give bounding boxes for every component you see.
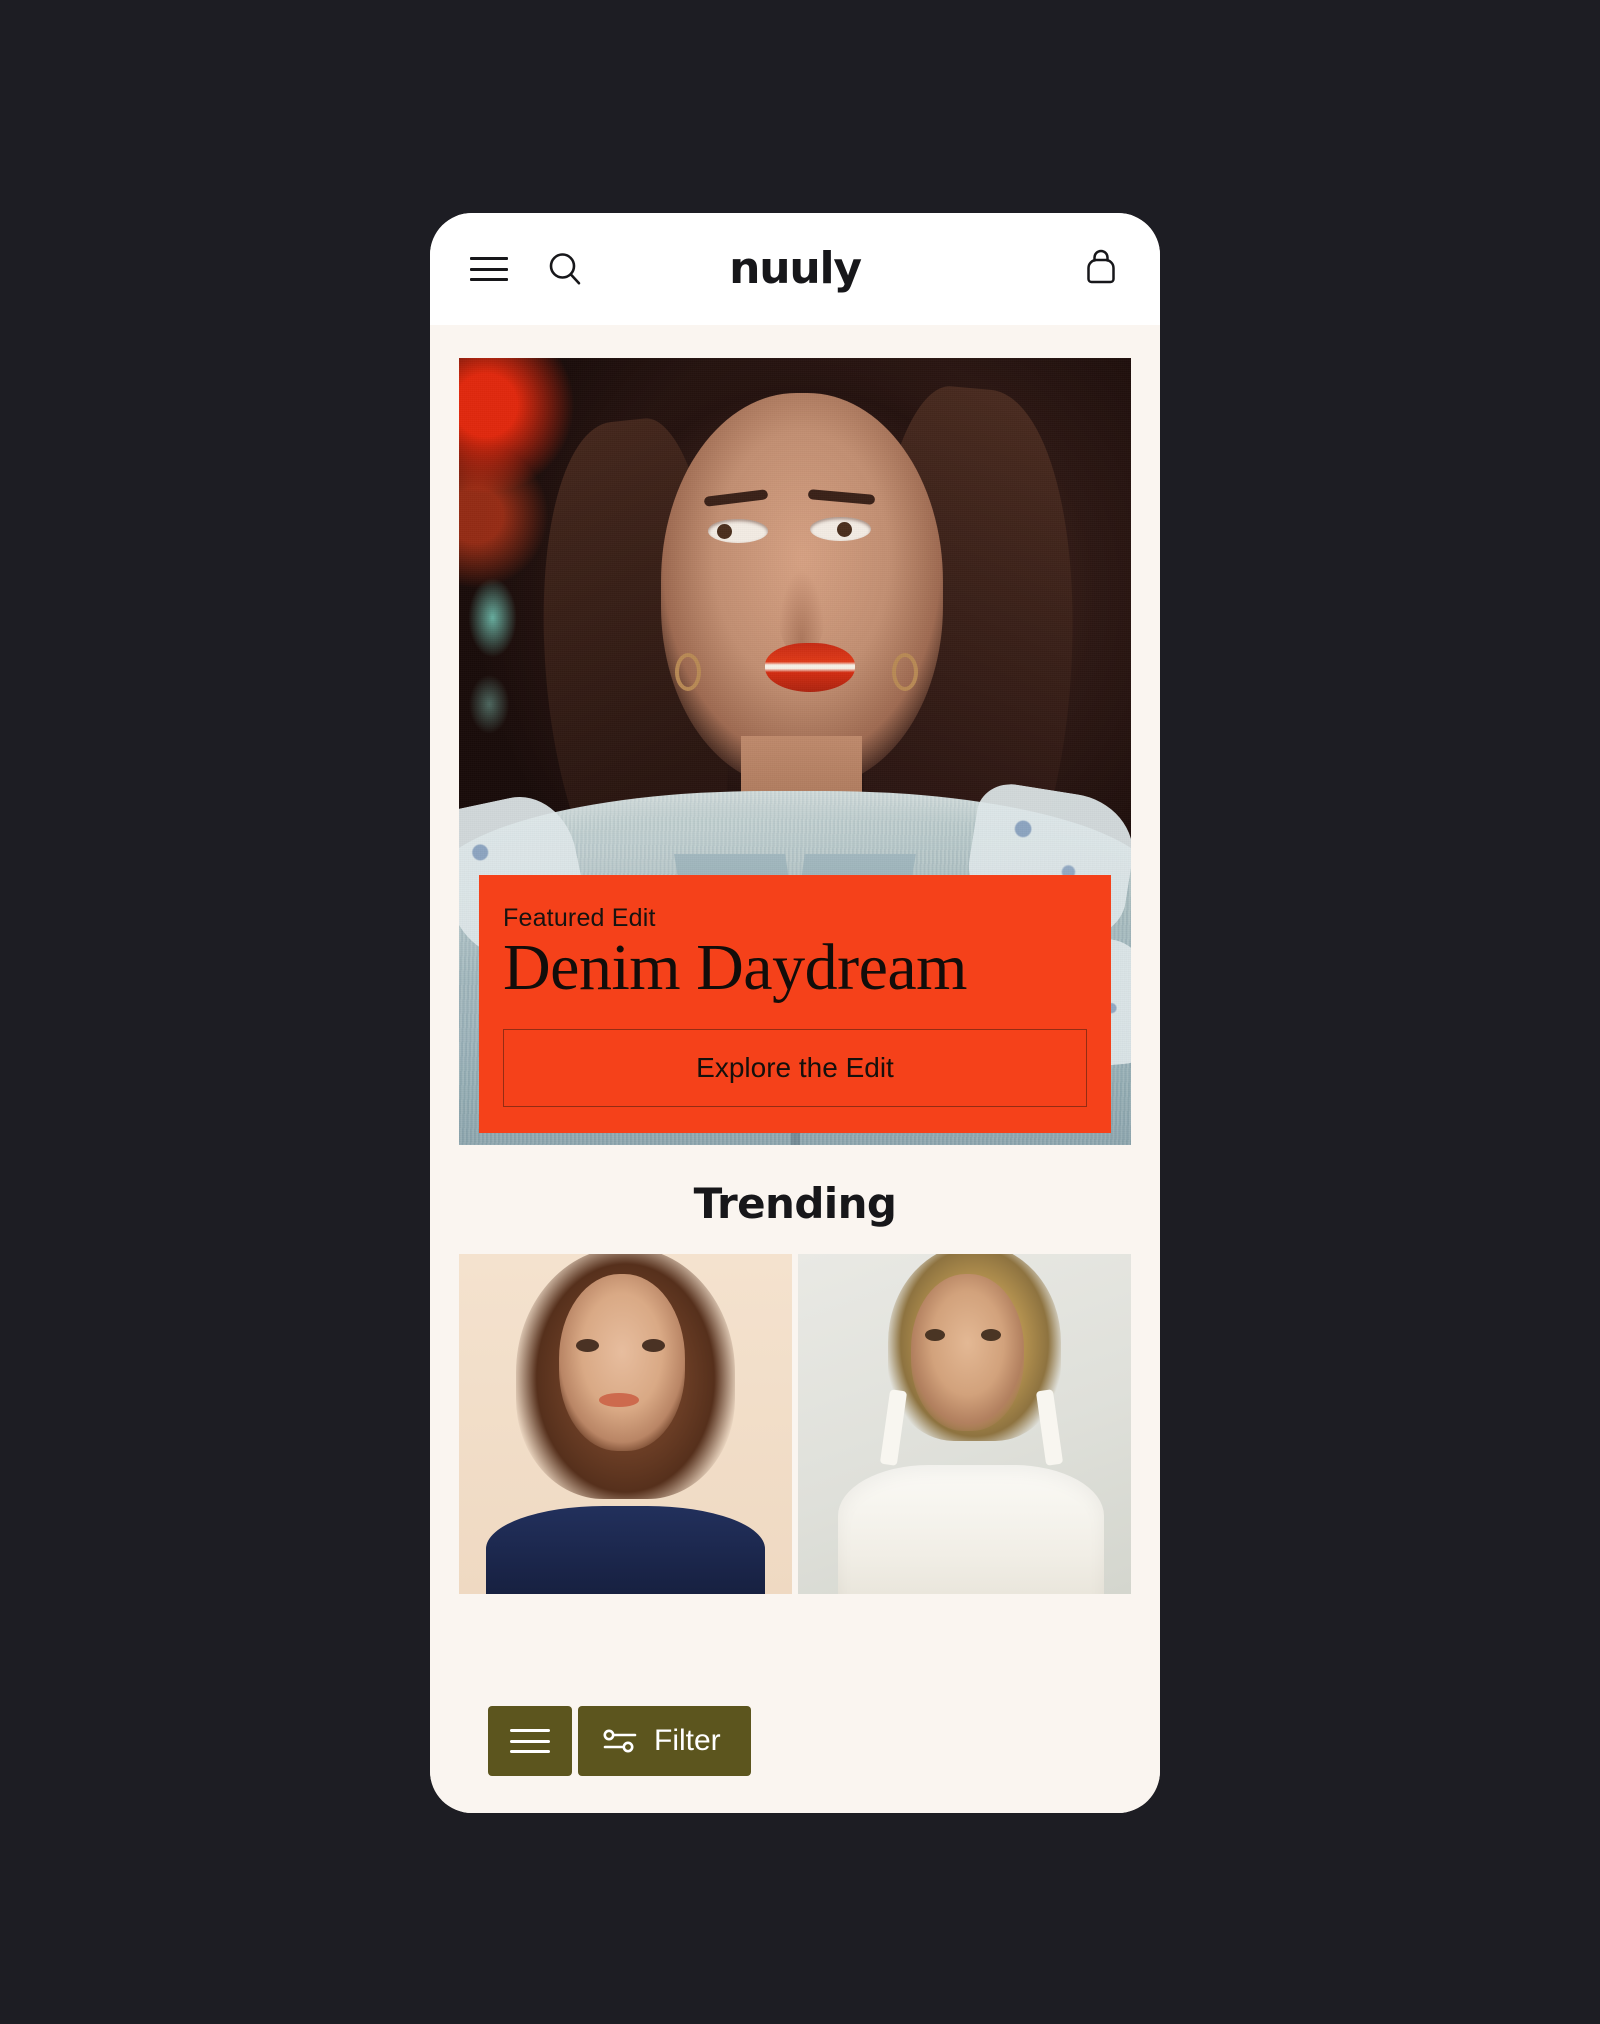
product-2-model-eye-left [924,1328,945,1341]
product-2-model-eye-right [981,1328,1002,1341]
explore-the-edit-button[interactable]: Explore the Edit [503,1029,1087,1107]
product-1-model-face [558,1274,686,1452]
header-right-actions [1078,246,1124,292]
filter-button[interactable]: Filter [578,1706,751,1776]
model-iris-left [717,524,733,540]
product-card-2[interactable] [798,1254,1131,1594]
product-2-strap-left [879,1389,907,1466]
shopping-bag-icon [1087,249,1115,284]
sliders-filter-icon [603,1729,637,1753]
product-2-white-garment [837,1464,1105,1594]
filter-button-label: Filter [654,1724,721,1757]
screenshot-canvas: nuuly Featured Edit Denim Daydream Explo… [0,0,1600,2024]
hamburger-menu-icon [470,256,508,282]
brand-logo-text: nuuly [729,243,862,294]
product-2-model-face [911,1274,1025,1431]
list-view-toggle-button[interactable] [488,1706,572,1776]
product-card-1[interactable] [459,1254,792,1594]
search-button[interactable] [542,246,588,292]
product-1-navy-garment [485,1505,766,1594]
list-view-icon [510,1729,550,1753]
product-1-model-eye-left [575,1339,599,1352]
featured-edit-title: Denim Daydream [503,931,968,1005]
hero-banner[interactable]: Featured Edit Denim Daydream Explore the… [459,358,1131,1145]
shopping-bag-button[interactable] [1078,246,1124,292]
product-2-strap-right [1035,1389,1063,1466]
trending-product-grid: Filter [430,1254,1160,1776]
hamburger-menu-button[interactable] [466,246,512,292]
featured-edit-card: Featured Edit Denim Daydream Explore the… [479,874,1111,1133]
page-scroll-area[interactable]: Featured Edit Denim Daydream Explore the… [430,325,1160,1813]
trending-heading: Trending [693,1179,897,1228]
app-header: nuuly [430,213,1160,325]
header-left-actions [466,246,588,292]
product-1-model-lips [598,1393,639,1407]
search-icon [549,253,581,285]
featured-edit-eyebrow: Featured Edit [503,903,656,932]
phone-frame: nuuly Featured Edit Denim Daydream Explo… [430,213,1160,1813]
model-lips [764,642,856,692]
filter-toolbar: Filter [488,1706,751,1776]
